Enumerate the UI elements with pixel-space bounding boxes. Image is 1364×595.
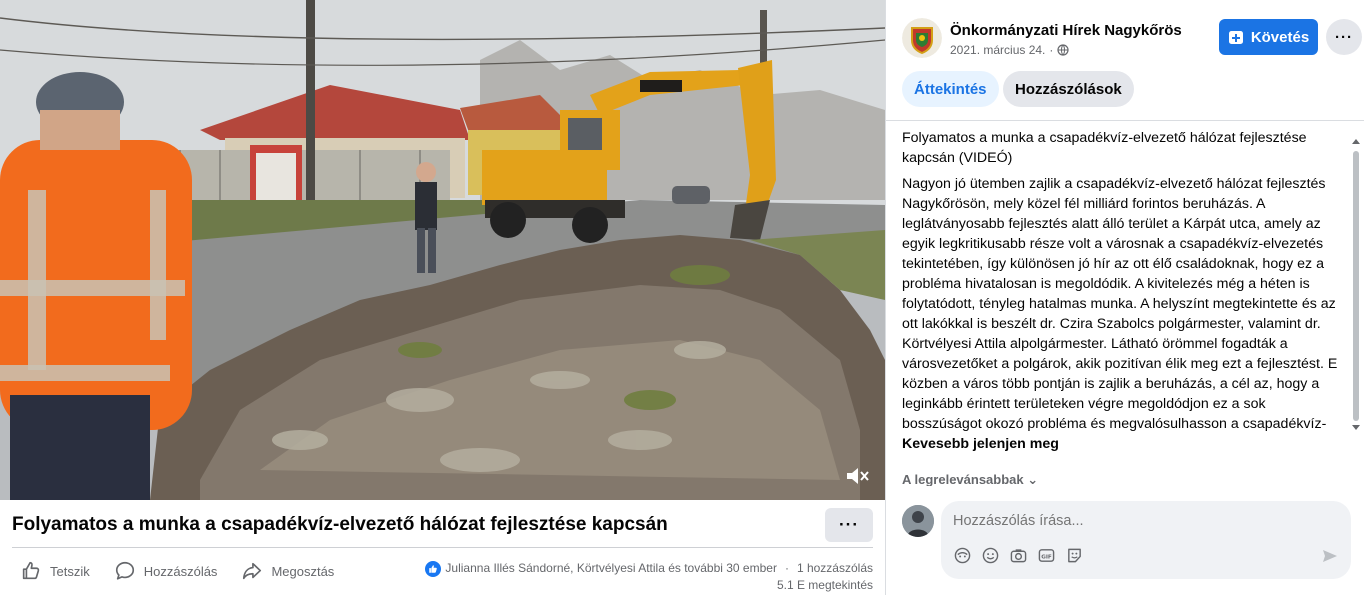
- date-separator: ·: [1049, 43, 1054, 57]
- gif-icon[interactable]: GIF: [1037, 546, 1056, 565]
- comment-count-link[interactable]: 1 hozzászólás: [797, 560, 873, 577]
- emoji-icon[interactable]: [981, 546, 1000, 565]
- camera-icon[interactable]: [1009, 546, 1028, 565]
- comment-input[interactable]: [953, 513, 1333, 529]
- post-side-panel: Önkormányzati Hírek Nagykőrös 2021. márc…: [885, 0, 1364, 595]
- follow-button[interactable]: Követés: [1219, 19, 1318, 55]
- composer-tools: GIF: [953, 546, 1084, 565]
- scroll-down-arrow-icon[interactable]: [1352, 425, 1360, 430]
- comment-label: Hozzászólás: [143, 563, 218, 579]
- page-crest-logo: [902, 18, 942, 58]
- description-headline: Folyamatos a munka a csapadékvíz-elvezet…: [902, 130, 1307, 166]
- description-scrollbar[interactable]: [1350, 137, 1360, 437]
- svg-text:GIF: GIF: [1041, 554, 1052, 560]
- comment-bubble-icon: [115, 561, 134, 580]
- tab-overview[interactable]: Áttekintés: [902, 71, 999, 107]
- speaker-muted-icon[interactable]: [845, 464, 871, 488]
- comment-sort-dropdown[interactable]: A legrelevánsabbak ⌄: [902, 472, 1038, 486]
- user-photo: [902, 505, 934, 537]
- like-reaction-icon: [425, 560, 442, 577]
- like-button[interactable]: Tetszik: [20, 560, 90, 582]
- video-frame: [0, 0, 885, 500]
- comment-button[interactable]: Hozzászólás: [114, 560, 218, 582]
- avatar-sticker-icon[interactable]: [953, 546, 972, 565]
- chevron-down-icon: ⌄: [1027, 472, 1039, 486]
- page-avatar[interactable]: [902, 18, 942, 58]
- tab-comments[interactable]: Hozzászólások: [1003, 71, 1134, 107]
- post-divider: [12, 547, 873, 548]
- more-dots-icon: ···: [839, 515, 859, 534]
- post-more-button[interactable]: ···: [825, 508, 873, 542]
- video-title: Folyamatos a munka a csapadékvíz-elvezet…: [12, 514, 668, 535]
- current-user-avatar[interactable]: [902, 505, 934, 537]
- share-arrow-icon: [243, 562, 262, 580]
- scroll-up-arrow-icon[interactable]: [1352, 139, 1360, 144]
- reaction-names-link[interactable]: Julianna Illés Sándorné, Körtvélyesi Att…: [445, 560, 777, 577]
- more-dots-icon: ···: [1335, 28, 1353, 46]
- send-icon[interactable]: [1321, 547, 1339, 565]
- panel-more-button[interactable]: ···: [1326, 19, 1362, 55]
- follow-plus-icon: [1228, 31, 1243, 44]
- show-less-link[interactable]: Kevesebb jelenjen meg: [902, 434, 1348, 454]
- panel-divider: [886, 120, 1364, 121]
- post-date-link[interactable]: 2021. március 24.: [950, 43, 1045, 57]
- view-count: 5.1 E megtekintés: [776, 578, 873, 592]
- description-body: Nagyon jó ütemben zajlik a csapadékvíz-e…: [902, 176, 1338, 432]
- sticker-icon[interactable]: [1065, 546, 1084, 565]
- like-label: Tetszik: [50, 563, 90, 579]
- share-button[interactable]: Megosztás: [241, 560, 334, 582]
- follow-label: Követés: [1250, 28, 1310, 46]
- post-meta: 2021. március 24. ·: [950, 43, 1069, 57]
- facebook-video-post-view: Folyamatos a munka a csapadékvíz-elvezet…: [0, 0, 1364, 595]
- share-label: Megosztás: [271, 563, 335, 579]
- post-actions: Tetszik Hozzászólás Megosztás: [20, 560, 334, 582]
- video-player[interactable]: [0, 0, 885, 500]
- sort-label: A legrelevánsabbak: [902, 472, 1024, 486]
- post-description: Folyamatos a munka a csapadékvíz-elvezet…: [902, 128, 1348, 473]
- globe-icon: [1057, 44, 1069, 56]
- page-name-link[interactable]: Önkormányzati Hírek Nagykőrös: [950, 22, 1182, 39]
- comment-composer: GIF: [941, 501, 1351, 579]
- thumbs-up-icon: [22, 561, 40, 580]
- scroll-thumb[interactable]: [1353, 151, 1359, 421]
- reactions-summary: Julianna Illés Sándorné, Körtvélyesi Att…: [425, 560, 873, 594]
